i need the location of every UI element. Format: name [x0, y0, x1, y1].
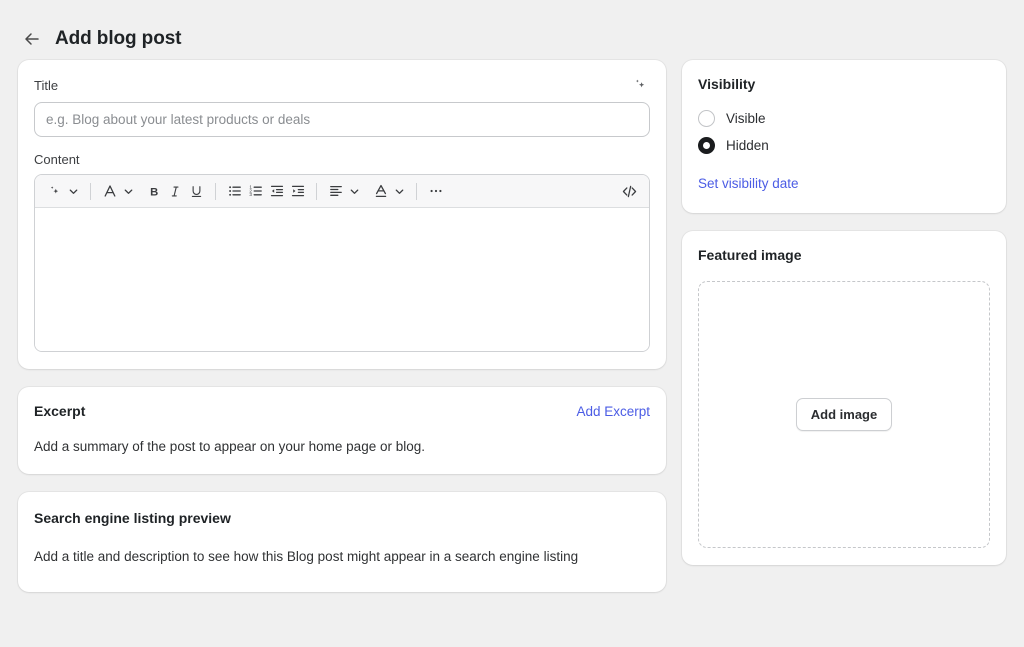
add-blog-post-page: Add blog post Title Content — [0, 0, 1024, 647]
align-chevron-down-icon[interactable] — [346, 179, 363, 204]
text-color-chevron-down-icon[interactable] — [391, 179, 408, 204]
sparkle-icon[interactable] — [630, 75, 650, 95]
visibility-radio-group: Visible Hidden — [698, 110, 990, 154]
seo-heading: Search engine listing preview — [34, 510, 650, 526]
visibility-card: Visibility Visible Hidden Set visibility… — [682, 60, 1006, 213]
title-input[interactable] — [34, 102, 650, 137]
svg-text:B: B — [150, 186, 158, 198]
set-visibility-date-link[interactable]: Set visibility date — [698, 176, 799, 191]
ai-assist-chevron-down-icon[interactable] — [65, 179, 82, 204]
page-header: Add blog post — [0, 0, 1024, 60]
title-label: Title — [34, 78, 58, 93]
indent-icon[interactable] — [287, 179, 308, 204]
font-size-chevron-down-icon[interactable] — [120, 179, 137, 204]
featured-image-heading: Featured image — [698, 247, 990, 263]
code-brackets-icon[interactable] — [619, 179, 640, 204]
toolbar-divider — [90, 183, 91, 200]
excerpt-header-row: Excerpt Add Excerpt — [34, 403, 650, 419]
excerpt-card: Excerpt Add Excerpt Add a summary of the… — [18, 387, 666, 474]
italic-icon[interactable] — [165, 179, 186, 204]
bold-icon[interactable]: B — [144, 179, 165, 204]
featured-image-dropzone[interactable]: Add image — [698, 281, 990, 548]
content-editor: B — [34, 174, 650, 352]
font-size-icon[interactable] — [99, 179, 120, 204]
radio-option-visible[interactable]: Visible — [698, 110, 990, 127]
title-label-row: Title — [34, 75, 650, 95]
outdent-icon[interactable] — [266, 179, 287, 204]
radio-hidden-label: Hidden — [726, 138, 769, 153]
side-column: Visibility Visible Hidden Set visibility… — [682, 60, 1006, 583]
excerpt-heading: Excerpt — [34, 403, 85, 419]
main-column: Title Content — [18, 60, 666, 592]
ai-assist-icon[interactable] — [44, 179, 65, 204]
numbered-list-icon[interactable]: 1 2 3 — [245, 179, 266, 204]
align-left-icon[interactable] — [325, 179, 346, 204]
toolbar-divider — [416, 183, 417, 200]
radio-visible-indicator — [698, 110, 715, 127]
visibility-heading: Visibility — [698, 76, 990, 92]
add-image-button[interactable]: Add image — [796, 398, 892, 431]
featured-image-card: Featured image Add image — [682, 231, 1006, 565]
content-editor-body[interactable] — [35, 208, 649, 351]
title-content-card: Title Content — [18, 60, 666, 369]
seo-description: Add a title and description to see how t… — [34, 548, 650, 566]
add-excerpt-link[interactable]: Add Excerpt — [576, 404, 650, 419]
text-color-icon[interactable] — [370, 179, 391, 204]
radio-visible-label: Visible — [726, 111, 766, 126]
search-engine-listing-card: Search engine listing preview Add a titl… — [18, 492, 666, 592]
content-label: Content — [34, 152, 650, 167]
arrow-left-icon[interactable] — [22, 29, 42, 49]
excerpt-description: Add a summary of the post to appear on y… — [34, 438, 650, 456]
underline-icon[interactable] — [186, 179, 207, 204]
ellipsis-icon[interactable] — [425, 179, 446, 204]
radio-hidden-indicator — [698, 137, 715, 154]
bulleted-list-icon[interactable] — [224, 179, 245, 204]
toolbar-divider — [316, 183, 317, 200]
page-content: Title Content — [0, 60, 1024, 592]
page-title: Add blog post — [55, 28, 181, 50]
radio-option-hidden[interactable]: Hidden — [698, 137, 990, 154]
svg-text:3: 3 — [249, 192, 252, 197]
editor-toolbar: B — [35, 175, 649, 208]
toolbar-divider — [215, 183, 216, 200]
